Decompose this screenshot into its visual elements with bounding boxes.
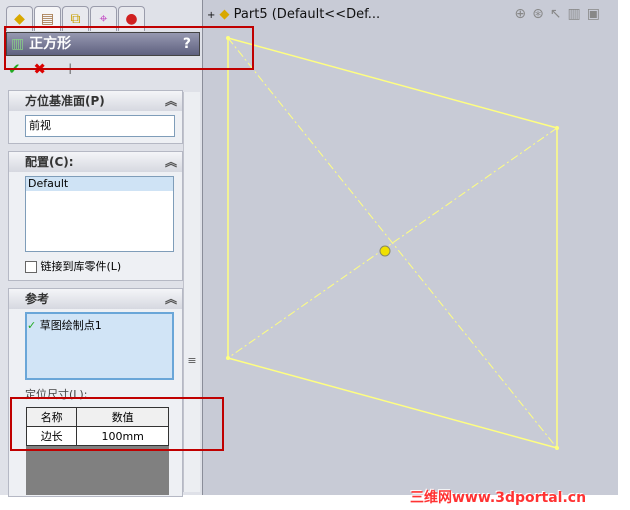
property-icon: ▤ bbox=[40, 11, 55, 27]
reference-list[interactable]: ✓ 草图绘制点1 bbox=[25, 312, 174, 380]
watermark: 三维网www.3dportal.cn bbox=[410, 490, 587, 506]
orientation-header: 方位基准面(P) bbox=[25, 94, 105, 108]
reference-group: 参考 ︽ ✓ 草图绘制点1 定位尺寸(L): 名称 数值 边长 100mm bbox=[8, 288, 183, 497]
diagonal-construction-line bbox=[227, 37, 558, 449]
center-point bbox=[379, 245, 391, 257]
orientation-plane-field[interactable]: 前视 bbox=[25, 115, 175, 137]
graphics-viewport[interactable]: + ◆ Part5 (Default<<Def... ⊕⊛↖▥▣ bbox=[203, 0, 618, 495]
highlight-box-title bbox=[4, 26, 254, 70]
check-icon: ✓ bbox=[27, 319, 37, 332]
reference-item-label: 草图绘制点1 bbox=[39, 319, 102, 332]
list-item[interactable]: ✓ 草图绘制点1 bbox=[27, 314, 172, 333]
highlight-box-dims bbox=[10, 397, 224, 451]
config-icon: ⧉ bbox=[70, 11, 81, 27]
collapse-icon[interactable]: ︽ bbox=[165, 289, 177, 309]
target-icon: ⌖ bbox=[99, 11, 108, 27]
collapse-icon[interactable]: ︽ bbox=[165, 91, 177, 111]
display-icon: ● bbox=[125, 11, 138, 27]
orientation-group: 方位基准面(P) ︽ 前视 bbox=[8, 90, 183, 144]
sketch-canvas bbox=[226, 36, 559, 450]
reference-header: 参考 bbox=[25, 292, 50, 306]
configuration-group: 配置(C): ︽ Default 链接到库零件(L) bbox=[8, 151, 183, 281]
collapse-icon[interactable]: ︽ bbox=[165, 152, 177, 172]
link-library-label: 链接到库零件(L) bbox=[40, 260, 122, 273]
configuration-list[interactable]: Default bbox=[25, 176, 174, 252]
part-icon: ◆ bbox=[14, 11, 25, 27]
link-library-checkbox-row[interactable]: 链接到库零件(L) bbox=[25, 258, 121, 274]
grip-icon: ≡ bbox=[187, 354, 197, 367]
link-library-checkbox[interactable] bbox=[25, 261, 37, 273]
list-item[interactable]: Default bbox=[26, 177, 173, 191]
config-header: 配置(C): bbox=[25, 155, 74, 169]
